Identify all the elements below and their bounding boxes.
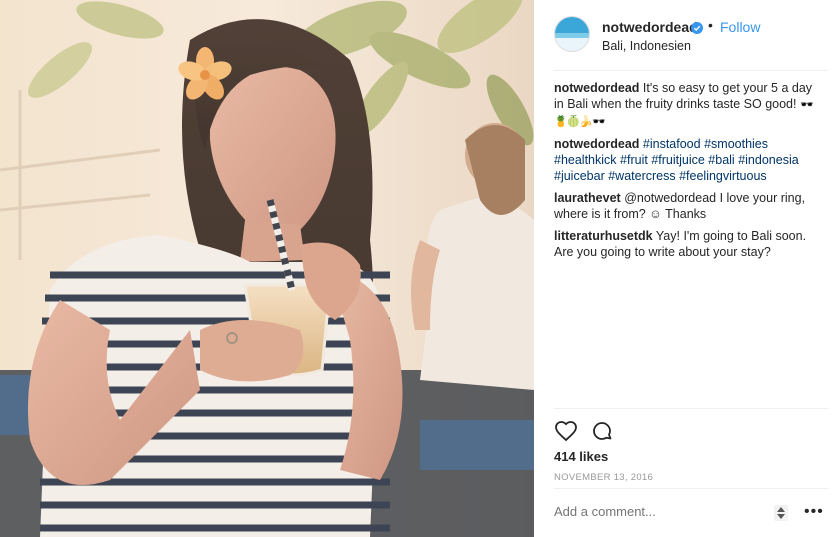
add-comment-input[interactable] bbox=[554, 504, 754, 519]
comment-username[interactable]: notwedordead bbox=[554, 137, 639, 151]
comment-item: laurathevet @notwedordead I love your ri… bbox=[554, 190, 819, 222]
comment-caption: notwedordead It's so easy to get your 5 … bbox=[554, 80, 819, 130]
hashtag-link[interactable]: #indonesia bbox=[738, 153, 798, 167]
comments-list: notwedordead It's so easy to get your 5 … bbox=[554, 80, 819, 266]
separator-dot: • bbox=[708, 17, 713, 33]
username-link[interactable]: notwedordead bbox=[602, 19, 698, 35]
comment-item: litteraturhusetdk Yay! I'm going to Bali… bbox=[554, 228, 819, 260]
comment-username[interactable]: laurathevet bbox=[554, 191, 621, 205]
hashtag-link[interactable]: #feelingvirtuous bbox=[679, 169, 767, 183]
comment-icon[interactable] bbox=[590, 419, 614, 443]
hashtag-link[interactable]: #watercress bbox=[608, 169, 675, 183]
follow-button[interactable]: Follow bbox=[720, 19, 760, 35]
hashtag-link[interactable]: #healthkick bbox=[554, 153, 617, 167]
avatar[interactable] bbox=[554, 16, 590, 52]
post-photo[interactable] bbox=[0, 0, 534, 537]
more-options-button[interactable]: ••• bbox=[804, 503, 824, 521]
post-actions: 414 likes NOVEMBER 13, 2016 bbox=[554, 408, 828, 483]
hashtag-link[interactable]: #juicebar bbox=[554, 169, 605, 183]
verified-badge-icon bbox=[691, 21, 703, 34]
add-comment-bar: ••• bbox=[554, 488, 828, 537]
post-date[interactable]: NOVEMBER 13, 2016 bbox=[554, 472, 653, 483]
hashtag-link[interactable]: #bali bbox=[708, 153, 734, 167]
heart-icon[interactable] bbox=[554, 419, 578, 443]
comment-username[interactable]: notwedordead bbox=[554, 81, 639, 95]
up-down-icon[interactable] bbox=[774, 505, 788, 521]
hashtag-link[interactable]: #fruit bbox=[620, 153, 648, 167]
post-header: notwedordead • Follow Bali, Indonesien bbox=[554, 12, 828, 71]
comment-hashtags: notwedordead #instafood #smoothies #heal… bbox=[554, 136, 819, 184]
location-link[interactable]: Bali, Indonesien bbox=[602, 39, 691, 53]
hashtag-link[interactable]: #smoothies bbox=[704, 137, 768, 151]
post-sidebar: notwedordead • Follow Bali, Indonesien n… bbox=[534, 0, 839, 537]
likes-count[interactable]: 414 likes bbox=[554, 449, 608, 464]
photo-illustration bbox=[0, 0, 534, 537]
hashtag-link[interactable]: #fruitjuice bbox=[651, 153, 705, 167]
comment-username[interactable]: litteraturhusetdk bbox=[554, 229, 653, 243]
avatar-image bbox=[555, 17, 589, 51]
hashtag-link[interactable]: #instafood bbox=[643, 137, 701, 151]
instagram-post: notwedordead • Follow Bali, Indonesien n… bbox=[0, 0, 839, 537]
